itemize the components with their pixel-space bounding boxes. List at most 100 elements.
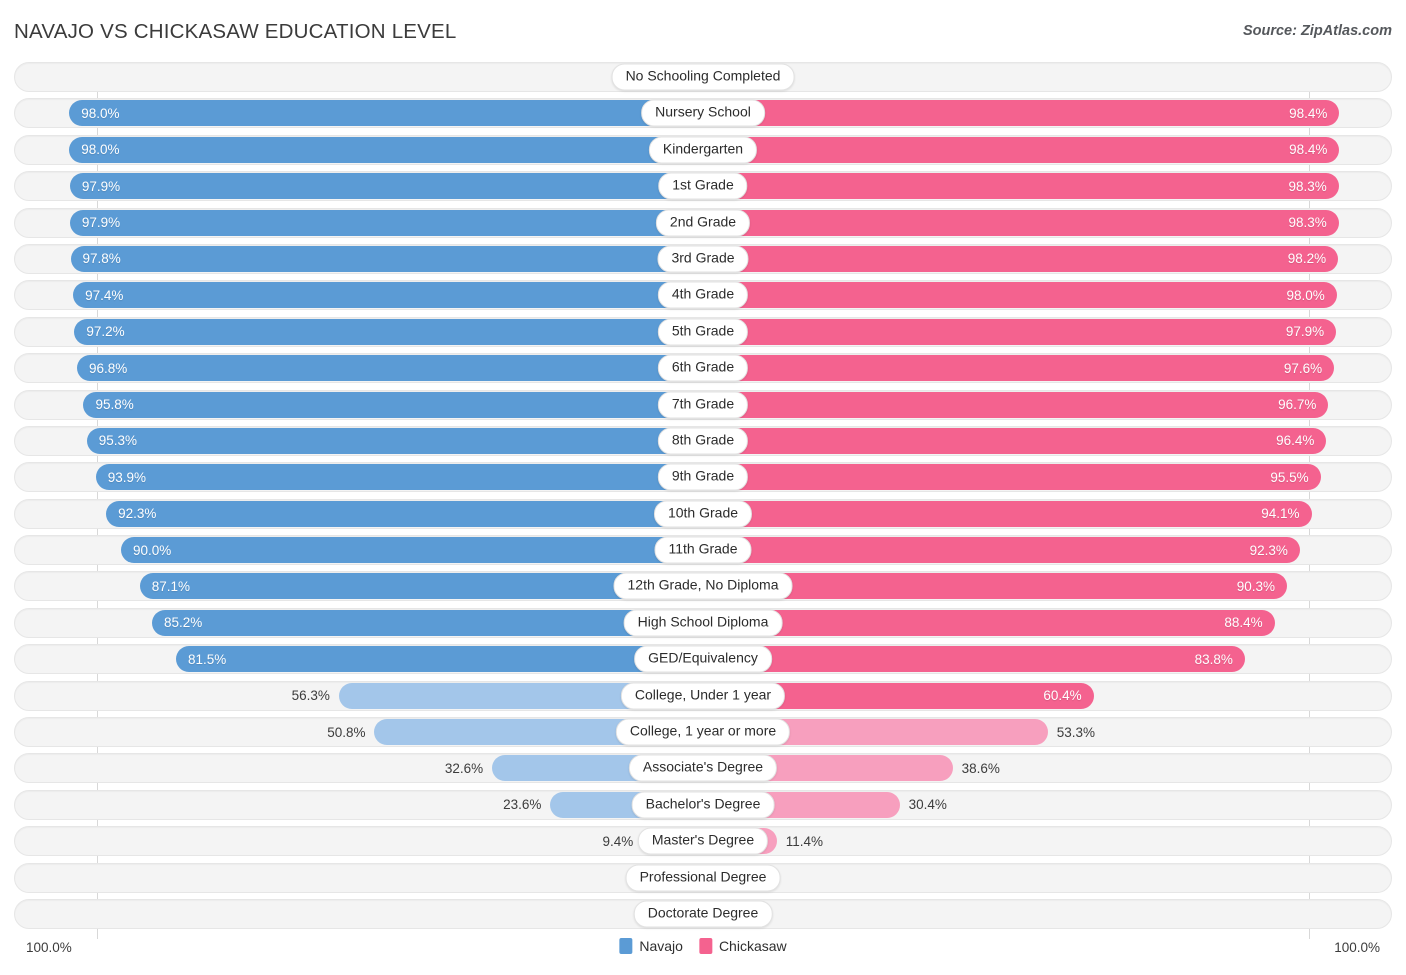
category-label[interactable]: College, 1 year or more [615, 718, 791, 746]
category-label[interactable]: Doctorate Degree [633, 900, 773, 928]
bar-value-navajo: 32.6% [444, 760, 484, 776]
bar-value-chickasaw: 90.3% [1236, 578, 1275, 594]
bar-navajo[interactable]: 90.0% [120, 537, 703, 564]
bar-navajo[interactable]: 81.5% [175, 646, 703, 673]
legend-swatch-navajo [619, 938, 633, 954]
category-label[interactable]: Bachelor's Degree [631, 791, 775, 819]
bar-navajo[interactable]: 95.8% [83, 391, 703, 418]
bar-value-navajo: 87.1% [151, 578, 190, 594]
bar-chickasaw[interactable]: 98.3% [703, 173, 1339, 200]
category-label[interactable]: 12th Grade, No Diploma [613, 572, 793, 600]
bar-chickasaw[interactable]: 92.3% [703, 537, 1300, 564]
row-half-navajo: 9.4% [15, 827, 703, 855]
bar-value-navajo: 97.4% [85, 287, 124, 303]
row-half-chickasaw: 94.1% [703, 500, 1391, 528]
bar-navajo[interactable]: 97.9% [69, 209, 703, 236]
bar-chickasaw[interactable]: 94.1% [703, 500, 1312, 527]
category-label[interactable]: Kindergarten [648, 136, 758, 164]
row-half-chickasaw: 3.4% [703, 864, 1391, 892]
bar-navajo[interactable]: 97.2% [74, 318, 703, 345]
chart-row: 97.4% 98.0% 4th Grade [14, 280, 1392, 311]
bar-chickasaw[interactable]: 98.2% [703, 245, 1339, 272]
bar-value-chickasaw: 96.7% [1278, 397, 1317, 413]
row-half-chickasaw: 83.8% [703, 645, 1391, 673]
row-half-navajo: 97.2% [15, 318, 703, 346]
bar-value-navajo: 93.9% [107, 469, 147, 485]
row-half-navajo: 93.9% [15, 463, 703, 491]
legend-swatch-chickasaw [698, 938, 712, 954]
row-half-navajo: 97.9% [15, 172, 703, 200]
category-label[interactable]: College, Under 1 year [620, 682, 786, 710]
row-half-chickasaw: 98.4% [703, 136, 1391, 164]
bar-navajo[interactable]: 97.8% [70, 245, 703, 272]
row-half-chickasaw: 88.4% [703, 609, 1391, 637]
category-label[interactable]: 5th Grade [657, 318, 749, 346]
bar-chickasaw[interactable]: 98.4% [703, 136, 1340, 163]
row-half-navajo: 95.3% [15, 427, 703, 455]
category-label[interactable]: No Schooling Completed [611, 63, 795, 91]
bar-navajo[interactable]: 96.8% [76, 355, 703, 382]
row-half-navajo: 97.9% [15, 209, 703, 237]
chart-row: 1.4%1.5%Doctorate Degree [14, 898, 1392, 929]
category-label[interactable]: GED/Equivalency [634, 645, 772, 673]
bar-value-chickasaw: 98.0% [1286, 287, 1325, 303]
bar-navajo[interactable]: 85.2% [152, 609, 703, 636]
category-label[interactable]: 7th Grade [657, 391, 749, 419]
bar-chickasaw[interactable]: 97.6% [703, 355, 1335, 382]
category-label[interactable]: 11th Grade [654, 536, 752, 564]
category-label[interactable]: 3rd Grade [657, 245, 749, 273]
bar-chickasaw[interactable]: 95.5% [703, 464, 1321, 491]
bar-chickasaw[interactable]: 98.4% [703, 100, 1340, 127]
row-half-navajo: 23.6% [15, 791, 703, 819]
row-half-chickasaw: 11.4% [703, 827, 1391, 855]
bar-value-navajo: 50.8% [327, 724, 366, 740]
row-half-navajo: 90.0% [15, 536, 703, 564]
bar-chickasaw[interactable]: 96.7% [703, 391, 1329, 418]
bar-navajo[interactable]: 98.0% [69, 100, 703, 127]
category-label[interactable]: 1st Grade [658, 172, 748, 200]
row-half-chickasaw: 1.5% [703, 900, 1391, 928]
bar-chickasaw[interactable]: 98.3% [703, 209, 1339, 236]
bar-chickasaw[interactable]: 83.8% [703, 646, 1245, 673]
source-attribution: Source: ZipAtlas.com [1242, 23, 1392, 39]
chart-row: 56.3% 60.4% College, Under 1 year [14, 680, 1392, 711]
category-label[interactable]: 8th Grade [657, 427, 749, 455]
bar-value-chickasaw: 92.3% [1249, 542, 1288, 558]
category-label[interactable]: 9th Grade [657, 463, 749, 491]
chart-row: 97.2% 97.9% 5th Grade [14, 316, 1392, 347]
category-label[interactable]: Nursery School [641, 99, 765, 127]
chart-row: 97.9% 98.3% 2nd Grade [14, 207, 1392, 238]
legend-item-navajo[interactable]: Navajo [619, 938, 683, 954]
chart-row: 85.2% 88.4% High School Diploma [14, 607, 1392, 638]
chart-row: 2.1%1.7%No Schooling Completed [14, 62, 1392, 92]
bar-value-navajo: 9.4% [602, 833, 634, 849]
category-label[interactable]: High School Diploma [623, 609, 783, 637]
category-label[interactable]: 2nd Grade [655, 209, 751, 237]
bar-chickasaw[interactable]: 98.0% [703, 282, 1337, 309]
chart-row: 81.5% 83.8% GED/Equivalency [14, 644, 1392, 675]
category-label[interactable]: 6th Grade [657, 354, 749, 382]
category-label[interactable]: 10th Grade [653, 500, 753, 528]
category-label[interactable]: Professional Degree [625, 864, 781, 892]
bar-navajo[interactable]: 97.9% [69, 173, 703, 200]
bar-value-navajo: 92.3% [118, 506, 157, 522]
bar-chickasaw[interactable]: 96.4% [703, 427, 1327, 454]
bar-chickasaw[interactable]: 97.9% [703, 318, 1337, 345]
bar-value-navajo: 98.0% [81, 105, 120, 121]
bar-navajo[interactable]: 93.9% [95, 464, 703, 491]
category-label[interactable]: Master's Degree [637, 827, 769, 855]
row-half-navajo: 98.0% [15, 136, 703, 164]
bar-navajo[interactable]: 95.3% [86, 427, 703, 454]
bar-value-chickasaw: 98.4% [1289, 105, 1328, 121]
category-label[interactable]: Associate's Degree [628, 754, 778, 782]
legend-item-chickasaw[interactable]: Chickasaw [698, 938, 787, 954]
bar-navajo[interactable]: 97.4% [73, 282, 703, 309]
chart-row: 87.1% 90.3% 12th Grade, No Diploma [14, 571, 1392, 602]
bar-navajo[interactable]: 92.3% [106, 500, 703, 527]
bar-navajo[interactable]: 98.0% [69, 136, 703, 163]
bar-value-chickasaw: 30.4% [908, 797, 947, 813]
category-label[interactable]: 4th Grade [657, 281, 749, 309]
row-half-chickasaw: 98.3% [703, 209, 1391, 237]
chart-row: 92.3% 94.1% 10th Grade [14, 498, 1392, 529]
bar-chickasaw[interactable]: 88.4% [703, 609, 1275, 636]
